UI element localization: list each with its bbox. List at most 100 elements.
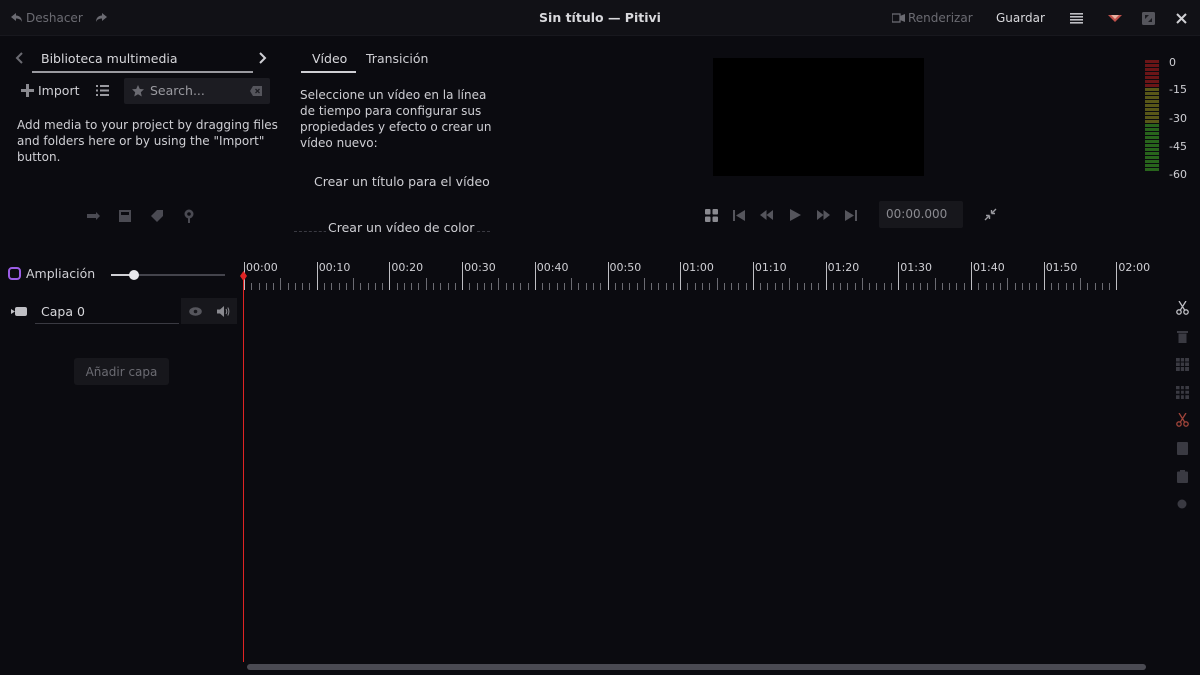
zoom-slider-knob[interactable] — [128, 270, 139, 280]
ruler-minor-tick — [992, 283, 994, 290]
trash-icon — [1176, 330, 1188, 343]
maximize-button[interactable] — [1142, 0, 1155, 36]
next-panel-button[interactable] — [256, 51, 270, 65]
ruler-minor-tick — [622, 283, 624, 290]
show-in-folder-button[interactable] — [182, 209, 196, 223]
ruler-minor-tick — [723, 283, 725, 290]
save-button[interactable]: Guardar — [996, 0, 1045, 36]
import-button[interactable]: Import — [21, 83, 80, 98]
tab-video[interactable]: Vídeo — [312, 51, 347, 66]
ruler-minor-tick — [294, 283, 296, 290]
cut-scissors-icon — [1175, 413, 1189, 427]
undock-viewer-button[interactable] — [982, 206, 998, 222]
ruler-minor-tick — [491, 283, 493, 290]
ruler-minor-tick — [542, 283, 544, 290]
render-button[interactable]: Renderizar — [892, 0, 973, 36]
ruler-minor-tick — [1000, 283, 1002, 290]
ruler-minor-tick — [876, 283, 878, 290]
cut-button[interactable] — [1174, 412, 1190, 428]
media-empty-line-2: and folders here or by using the "Import… — [17, 134, 265, 148]
undo-button[interactable]: Deshacer — [11, 0, 83, 36]
meter-label-30: -30 — [1169, 112, 1187, 125]
hamburger-menu-icon — [1070, 12, 1083, 24]
meter-segment — [1145, 64, 1159, 67]
ruler-minor-tick — [869, 283, 871, 290]
meter-segment — [1145, 92, 1159, 95]
ruler-minor-tick — [709, 283, 711, 290]
split-clip-button[interactable] — [1174, 300, 1190, 316]
ruler-minor-tick — [883, 283, 885, 290]
proxy-button[interactable] — [150, 209, 164, 223]
chevron-right-icon — [259, 52, 267, 64]
seek-back-button[interactable] — [758, 207, 774, 223]
prev-panel-button[interactable] — [12, 51, 26, 65]
zoom-fit-button[interactable] — [7, 266, 21, 280]
timecode-field[interactable]: 00:00.000 — [879, 201, 963, 228]
ruler-minor-tick — [716, 278, 718, 290]
layer-audio-button[interactable] — [209, 298, 237, 324]
ruler-minor-tick — [643, 278, 645, 290]
video-viewer[interactable] — [713, 58, 924, 176]
menu-button[interactable] — [1070, 0, 1083, 36]
ruler-minor-tick — [425, 278, 427, 290]
ruler-minor-tick — [781, 283, 783, 290]
ruler-minor-tick — [1014, 283, 1016, 290]
search-box[interactable]: Search... — [124, 78, 270, 104]
ruler-minor-tick — [323, 283, 325, 290]
group-clips-button[interactable] — [1174, 356, 1190, 372]
ruler-minor-tick — [658, 283, 660, 290]
plus-icon — [21, 84, 34, 97]
ruler-minor-tick — [505, 283, 507, 290]
ruler-label: 01:30 — [900, 261, 932, 274]
ruler-minor-tick — [345, 283, 347, 290]
create-color-button[interactable]: Crear un vídeo de color — [326, 220, 477, 235]
ungroup-clips-button[interactable] — [1174, 384, 1190, 400]
tab-transition[interactable]: Transición — [366, 51, 428, 66]
ruler-major-tick — [316, 262, 318, 290]
media-library-underline — [32, 71, 253, 73]
ruler-major-tick — [534, 262, 536, 290]
keyframe-button[interactable] — [1174, 496, 1190, 512]
eye-icon — [188, 306, 202, 316]
layer-visibility-button[interactable] — [181, 298, 209, 324]
ruler-major-tick — [389, 262, 391, 290]
paste-button[interactable] — [1174, 468, 1190, 484]
safe-areas-button[interactable] — [703, 207, 719, 223]
delete-clip-button[interactable] — [1174, 328, 1190, 344]
layer-name-field[interactable]: Capa 0 — [35, 300, 179, 324]
clip-help-line-2: de tiempo para configurar sus — [300, 104, 482, 118]
timeline-horizontal-scrollbar[interactable] — [247, 664, 1146, 670]
list-view-button[interactable] — [95, 84, 109, 97]
ruler-minor-tick — [731, 283, 733, 290]
add-layer-button[interactable]: Añadir capa — [74, 358, 169, 385]
clear-search-icon[interactable] — [250, 86, 262, 96]
go-to-start-button[interactable] — [731, 207, 747, 223]
audio-level-meter — [1145, 60, 1159, 174]
insert-clip-button[interactable] — [86, 209, 100, 223]
minimize-button[interactable] — [1108, 0, 1122, 36]
ruler-label: 00:40 — [536, 261, 569, 274]
meter-label-60: -60 — [1169, 168, 1187, 181]
ruler-minor-tick — [949, 283, 951, 290]
ruler-minor-tick — [818, 283, 820, 290]
create-title-button[interactable]: Crear un título para el vídeo — [314, 174, 490, 189]
playhead-marker-icon[interactable] — [240, 271, 247, 281]
close-button[interactable] — [1176, 0, 1187, 36]
play-button[interactable] — [787, 207, 803, 223]
go-to-end-button[interactable] — [843, 207, 859, 223]
copy-button[interactable] — [1174, 440, 1190, 456]
seek-forward-button[interactable] — [815, 207, 831, 223]
search-input[interactable]: Search... — [150, 83, 205, 98]
maximize-icon — [1142, 11, 1155, 25]
skip-end-icon — [845, 209, 857, 221]
redo-button[interactable] — [95, 0, 107, 36]
ruler-minor-tick — [803, 283, 805, 290]
ruler-minor-tick — [1080, 278, 1082, 290]
ruler-minor-tick — [665, 283, 667, 290]
playhead[interactable] — [243, 272, 244, 662]
meter-segment — [1145, 168, 1159, 171]
ruler-major-tick — [680, 262, 682, 290]
clip-properties-button[interactable] — [118, 209, 132, 223]
ruler-minor-tick — [905, 283, 907, 290]
header-bar: Deshacer Sin título — Pitivi Renderizar … — [0, 0, 1200, 36]
